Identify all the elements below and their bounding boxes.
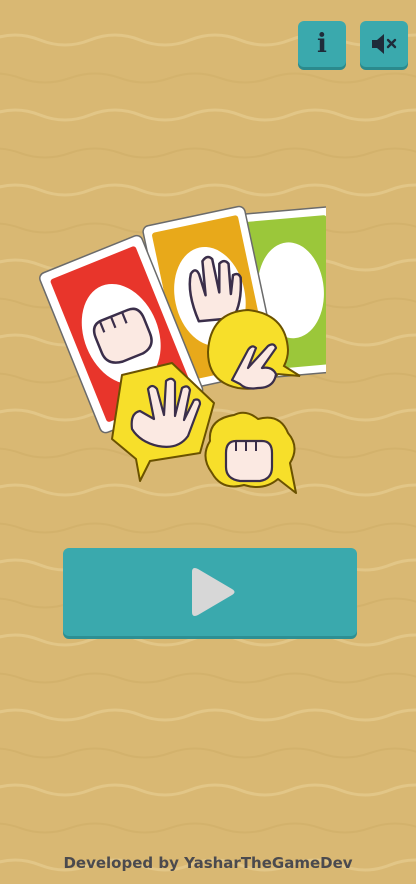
info-button[interactable]: i xyxy=(298,21,346,67)
sound-toggle-button[interactable] xyxy=(360,21,408,67)
game-logo xyxy=(39,205,326,494)
rock-hand-bubble xyxy=(204,411,297,494)
info-icon: i xyxy=(317,29,327,59)
play-icon xyxy=(192,568,235,616)
speaker-muted-icon xyxy=(372,34,397,54)
developer-credit: Developed by YasharTheGameDev xyxy=(63,854,353,872)
play-button[interactable] xyxy=(63,548,357,636)
